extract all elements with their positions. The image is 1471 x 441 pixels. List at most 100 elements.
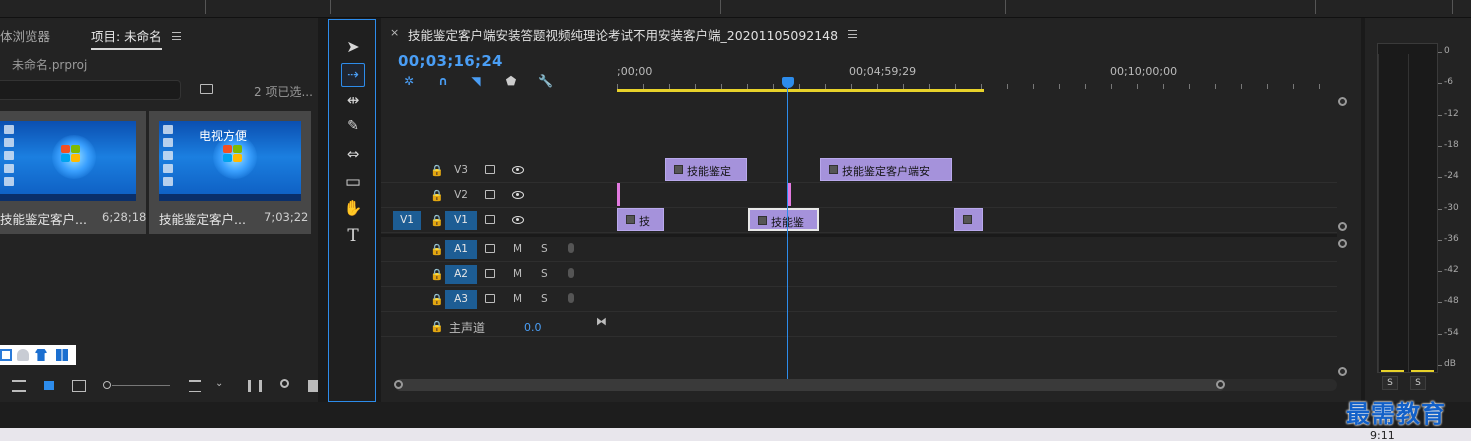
razor-tool[interactable]: ✎: [341, 118, 365, 142]
lock-icon[interactable]: 🔒: [430, 164, 444, 177]
playhead-timecode[interactable]: 00;03;16;24: [398, 52, 503, 70]
track-lane[interactable]: [617, 262, 1337, 286]
video-clip-selected[interactable]: 技能鉴: [748, 208, 819, 231]
sync-lock-icon[interactable]: [485, 269, 495, 278]
marker-icon[interactable]: ⬟: [504, 74, 518, 88]
ruler-tick: [1241, 84, 1242, 89]
tab-media-browser[interactable]: 体浏览器: [0, 26, 50, 45]
apps-icon[interactable]: [56, 349, 68, 361]
linked-selection-icon[interactable]: ∩: [436, 74, 450, 88]
sync-lock-icon[interactable]: [485, 215, 495, 224]
close-tab-icon[interactable]: ×: [390, 26, 399, 39]
grid-icon[interactable]: [0, 349, 12, 361]
slip-tool[interactable]: ⇔: [341, 145, 365, 169]
search-icon[interactable]: [280, 379, 289, 388]
master-volume-value[interactable]: 0.0: [524, 321, 542, 334]
lock-icon[interactable]: 🔒: [430, 293, 444, 306]
sync-lock-icon[interactable]: [485, 294, 495, 303]
panel-menu-icon[interactable]: [172, 32, 181, 40]
video-clip[interactable]: 技能鉴定: [665, 158, 747, 181]
microphone-icon[interactable]: [568, 268, 574, 278]
microphone-icon[interactable]: [568, 243, 574, 253]
lock-icon[interactable]: 🔒: [430, 320, 444, 333]
sync-lock-icon[interactable]: [485, 165, 495, 174]
track-lane[interactable]: 技 技能鉴: [617, 208, 1337, 232]
video-clip[interactable]: [954, 208, 983, 231]
new-bin-icon[interactable]: [200, 84, 213, 94]
solo-button[interactable]: S: [541, 268, 548, 280]
freeform-view-icon[interactable]: [72, 380, 86, 392]
clip-edge-marker[interactable]: [617, 183, 620, 206]
automate-icon[interactable]: [248, 380, 262, 392]
track-name[interactable]: V1: [445, 211, 477, 230]
track-name[interactable]: V2: [445, 186, 477, 205]
timeline-menu-icon[interactable]: [848, 30, 857, 38]
snap-icon[interactable]: ✲: [402, 74, 416, 88]
playhead-handle[interactable]: [782, 77, 794, 88]
solo-button[interactable]: S: [541, 293, 548, 305]
empty-track-area[interactable]: [617, 337, 1337, 379]
ripple-edit-tool[interactable]: ⇹: [341, 91, 365, 115]
icon-view-icon[interactable]: [44, 381, 54, 390]
microphone-icon[interactable]: [568, 293, 574, 303]
eye-icon[interactable]: [512, 166, 524, 174]
sync-lock-icon[interactable]: [485, 190, 495, 199]
track-lane[interactable]: [617, 287, 1337, 311]
rectangle-tool[interactable]: ▭: [341, 172, 365, 196]
track-name[interactable]: A3: [445, 290, 477, 309]
meter-scale-label: 0: [1444, 46, 1450, 56]
bowtie-icon[interactable]: ⧓: [596, 315, 607, 328]
scroll-knob[interactable]: [1338, 239, 1347, 248]
track-lane[interactable]: [617, 237, 1337, 261]
source-patch-v1[interactable]: V1: [393, 211, 421, 230]
zoom-slider-knob[interactable]: [103, 381, 111, 389]
scroll-knob[interactable]: [1338, 222, 1347, 231]
list-view-icon[interactable]: [12, 380, 26, 392]
solo-button[interactable]: S: [541, 243, 548, 255]
mute-button[interactable]: M: [513, 243, 522, 255]
lock-icon[interactable]: 🔒: [430, 243, 444, 256]
mute-button[interactable]: M: [513, 268, 522, 280]
project-clip-item[interactable]: 技能鉴定客户... 6;28;18: [0, 111, 146, 234]
sort-icon[interactable]: [189, 380, 201, 392]
mute-button[interactable]: M: [513, 293, 522, 305]
solo-left-button[interactable]: S: [1382, 376, 1398, 390]
lock-icon[interactable]: 🔒: [430, 189, 444, 202]
zoom-slider-track[interactable]: [112, 385, 170, 386]
solo-right-button[interactable]: S: [1410, 376, 1426, 390]
scroll-knob-right[interactable]: [1216, 380, 1225, 389]
scroll-knob[interactable]: [1338, 367, 1347, 376]
track-lane[interactable]: [617, 183, 1337, 207]
chevron-down-icon[interactable]: ⌄: [215, 378, 223, 389]
project-search-input[interactable]: [0, 80, 181, 100]
time-ruler[interactable]: ;00;00 00;04;59;29 00;10;00;00: [617, 58, 1337, 98]
track-name[interactable]: A1: [445, 240, 477, 259]
scroll-knob[interactable]: [1338, 97, 1347, 106]
user-icon[interactable]: [17, 349, 29, 361]
work-area-bar[interactable]: [617, 89, 984, 92]
scrollbar-thumb[interactable]: [395, 379, 1225, 391]
clip-edge-marker[interactable]: [788, 183, 791, 206]
project-clip-item[interactable]: 电视方便 技能鉴定客户... 7;03;22: [149, 111, 311, 234]
shirt-icon[interactable]: [35, 349, 47, 361]
hand-tool[interactable]: ✋: [341, 199, 365, 223]
add-marker-icon[interactable]: ◥: [469, 74, 483, 88]
new-bin-icon[interactable]: [308, 380, 318, 392]
wrench-icon[interactable]: 🔧: [538, 74, 553, 88]
track-lane[interactable]: 技能鉴定 技能鉴定客户端安: [617, 158, 1337, 182]
lock-icon[interactable]: 🔒: [430, 214, 444, 227]
track-name[interactable]: A2: [445, 265, 477, 284]
track-select-tool[interactable]: ⇢: [341, 63, 365, 87]
video-clip[interactable]: 技: [617, 208, 664, 231]
sync-lock-icon[interactable]: [485, 244, 495, 253]
video-clip[interactable]: 技能鉴定客户端安: [820, 158, 952, 181]
selection-tool[interactable]: ➤: [341, 37, 365, 61]
tab-project[interactable]: 项目: 未命名: [91, 26, 162, 50]
lock-icon[interactable]: 🔒: [430, 268, 444, 281]
eye-icon[interactable]: [512, 191, 524, 199]
track-name[interactable]: V3: [445, 161, 477, 180]
sequence-tab-title[interactable]: 技能鉴定客户端安装答题视频纯理论考试不用安装客户端_20201105092148: [408, 25, 838, 44]
scroll-knob-left[interactable]: [394, 380, 403, 389]
eye-icon[interactable]: [512, 216, 524, 224]
type-tool[interactable]: T: [341, 226, 365, 250]
